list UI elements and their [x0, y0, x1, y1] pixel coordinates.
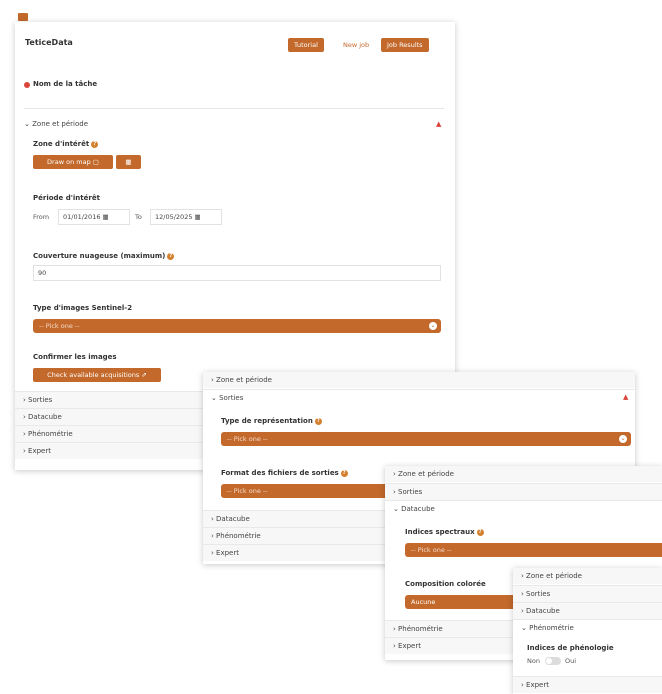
- section-datacube[interactable]: › Datacube: [513, 602, 662, 619]
- type-images-label: Type d'images Sentinel-2: [33, 304, 133, 312]
- periode-label: Période d'intérêt: [33, 194, 100, 202]
- zone-section-header[interactable]: ⌄ Zone et période: [24, 120, 88, 128]
- calendar-icon: ▦: [102, 213, 109, 221]
- collapse-icon[interactable]: ▲: [623, 393, 628, 401]
- format-select[interactable]: -- Pick one --: [221, 484, 392, 498]
- help-icon: ?: [314, 417, 322, 425]
- section-sorties-expanded[interactable]: ⌄ Sorties: [203, 389, 635, 406]
- composition-label: Composition colorée: [405, 580, 486, 588]
- type-representation-label: Type de représentation?: [221, 417, 322, 425]
- task-name-label: Nom de la tâche: [33, 80, 98, 88]
- section-sorties[interactable]: › Sorties: [513, 585, 662, 602]
- toggle-off-label: Non: [527, 657, 540, 665]
- check-acquisitions-button[interactable]: Check available acquisitions ⇗: [33, 368, 161, 382]
- to-label: To: [135, 213, 142, 221]
- job-results-button[interactable]: Job Results: [381, 38, 429, 52]
- section-zone[interactable]: › Zone et période: [203, 372, 635, 388]
- chevron-down-icon: ⌄: [429, 322, 437, 330]
- from-label: From: [33, 213, 50, 221]
- toggle-on-label: Oui: [565, 657, 577, 665]
- help-icon: ?: [167, 252, 175, 260]
- section-zone[interactable]: › Zone et période: [513, 568, 662, 584]
- confirmer-label: Confirmer les images: [33, 353, 117, 361]
- chevron-down-icon: ⌄: [619, 435, 627, 443]
- collapse-icon[interactable]: ▲: [436, 120, 441, 128]
- zone-interet-label: Zone d'intérêt?: [33, 140, 99, 148]
- map-icon-button[interactable]: ▦: [116, 155, 141, 169]
- chevron-down-icon: ⌄: [24, 120, 30, 128]
- from-date-input[interactable]: 01/01/2016 ▦: [58, 209, 130, 225]
- type-images-select[interactable]: -- Pick one -- ⌄: [33, 319, 441, 333]
- help-icon: ?: [476, 528, 484, 536]
- composition-select[interactable]: Aucune: [405, 595, 516, 609]
- required-icon: [24, 82, 30, 88]
- couverture-label: Couverture nuageuse (maximum)?: [33, 252, 175, 260]
- help-icon: ?: [340, 469, 348, 477]
- app-title: TeticeData: [25, 38, 73, 47]
- grid-icon: ▦: [125, 158, 132, 166]
- indices-phenologie-label: Indices de phénologie: [527, 644, 614, 652]
- couverture-input[interactable]: 90: [33, 265, 441, 281]
- section-expert[interactable]: › Expert: [513, 676, 662, 693]
- tutorial-button[interactable]: Tutorial: [288, 38, 324, 52]
- toggle-knob: [546, 658, 552, 664]
- section-sorties[interactable]: › Sorties: [385, 483, 662, 500]
- draw-on-map-button[interactable]: Draw on map ▢: [33, 155, 113, 169]
- indices-spectraux-label: Indices spectraux?: [405, 528, 484, 536]
- section-zone[interactable]: › Zone et période: [385, 466, 662, 482]
- section-datacube-expanded[interactable]: ⌄ Datacube: [385, 500, 662, 517]
- app-logo-icon: [18, 13, 28, 21]
- format-label: Format des fichiers de sorties?: [221, 469, 348, 477]
- phenologie-toggle[interactable]: [545, 657, 561, 665]
- help-icon: ?: [91, 140, 99, 148]
- section-phenometrie-expanded[interactable]: ⌄ Phénométrie: [513, 619, 662, 636]
- new-job-link[interactable]: New job: [343, 41, 369, 49]
- external-link-icon: ⇗: [141, 371, 147, 379]
- phenometrie-panel: › Zone et période › Sorties › Datacube ⌄…: [513, 568, 662, 694]
- square-icon: ▢: [92, 158, 99, 166]
- type-representation-select[interactable]: -- Pick one -- ⌄: [221, 432, 631, 446]
- calendar-icon: ▦: [194, 213, 201, 221]
- task-name-input[interactable]: [24, 94, 444, 109]
- indices-spectraux-select[interactable]: -- Pick one --: [405, 543, 662, 557]
- to-date-input[interactable]: 12/05/2025 ▦: [150, 209, 222, 225]
